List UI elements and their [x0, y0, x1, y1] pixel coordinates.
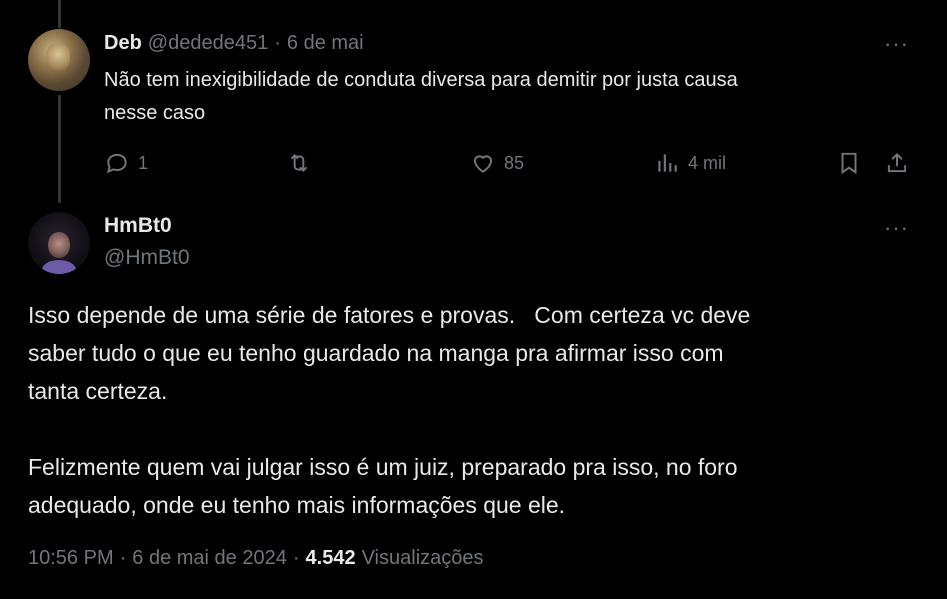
tweet-body: Isso depende de uma série de fatores e p…	[28, 296, 908, 524]
share-icon	[887, 152, 907, 173]
retweet-button[interactable]	[286, 146, 320, 180]
share-button[interactable]	[884, 146, 910, 180]
author-name[interactable]: Deb	[104, 32, 142, 55]
tweet-thread: Deb @dedede451 · 6 de mai ··· Não tem in…	[0, 0, 947, 599]
bookmark-icon	[841, 152, 857, 175]
author-handle[interactable]: @HmBt0	[104, 246, 190, 270]
reply-text-line: nesse caso	[104, 102, 206, 124]
views-label: Visualizações	[361, 547, 484, 569]
author-handle[interactable]: @dedede451	[148, 32, 268, 55]
avatar[interactable]	[28, 212, 90, 274]
bookmark-button[interactable]	[836, 146, 862, 180]
views-bar-chart-icon	[658, 154, 677, 172]
tweet-body-line: Isso depende de uma série de fatores e p…	[28, 302, 751, 328]
tweet-body-line: tanta certeza.	[28, 378, 168, 404]
more-options-icon[interactable]: ···	[884, 217, 909, 239]
like-count: 85	[504, 152, 525, 173]
reply-header: Deb @dedede451 · 6 de mai	[104, 32, 364, 60]
thread-connector-top	[58, 0, 61, 28]
author-name[interactable]: HmBt0	[104, 214, 172, 238]
like-button[interactable]: 85	[470, 146, 524, 180]
tweet-body-line: adequado, onde eu tenho mais informações…	[28, 492, 566, 518]
heart-icon	[473, 155, 493, 173]
views-button[interactable]: 4 mil	[654, 146, 726, 180]
tweet-body-line: Felizmente quem vai julgar isso é um jui…	[28, 454, 738, 480]
separator: ·	[119, 547, 127, 569]
more-options-icon[interactable]: ···	[884, 33, 909, 55]
views-count: 4 mil	[688, 152, 727, 173]
tweet-time[interactable]: 10:56 PM	[28, 547, 114, 570]
reply-text-line: Não tem inexigibilidade de conduta diver…	[104, 69, 738, 91]
separator: ·	[292, 547, 300, 569]
reply-count: 1	[138, 152, 149, 173]
tweet-body-line: saber tudo o que eu tenho guardado na ma…	[28, 340, 724, 366]
reply-bubble-icon	[106, 153, 127, 174]
tweet-meta: 10:56 PM · 6 de mai de 2024 · 4.542 Visu…	[28, 547, 484, 570]
views-number: 4.542	[305, 547, 356, 569]
avatar[interactable]	[28, 29, 90, 91]
action-bar: 1 85 4 mil	[0, 146, 947, 180]
reply-button[interactable]: 1	[104, 146, 148, 180]
retweet-icon	[290, 154, 308, 172]
tweet-date[interactable]: 6 de mai	[287, 32, 364, 55]
separator: ·	[274, 32, 281, 54]
tweet-full-date[interactable]: 6 de mai de 2024	[132, 547, 287, 570]
reply-text: Não tem inexigibilidade de conduta diver…	[104, 64, 904, 130]
